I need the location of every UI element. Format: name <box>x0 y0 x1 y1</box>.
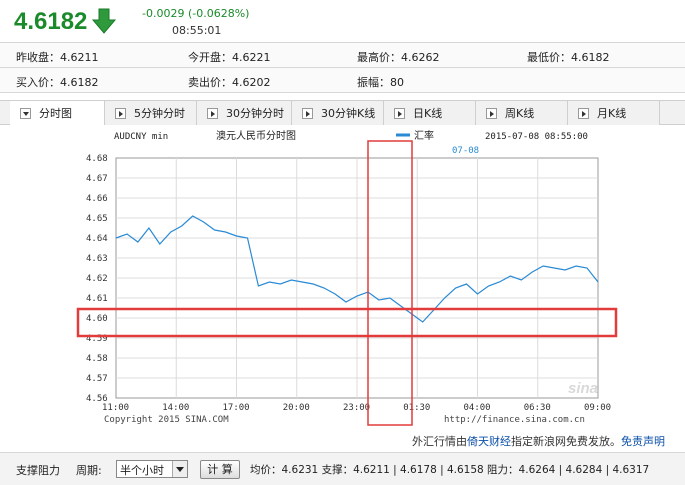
legend-label: 汇率 <box>414 129 434 142</box>
promo-middle: 指定新浪网免费发放。 <box>511 435 621 448</box>
highlight-box-vertical <box>367 140 413 426</box>
x-tick-label: 20:00 <box>283 403 310 413</box>
amplitude: 振幅：80 <box>357 76 404 89</box>
x-tick-label: 06:30 <box>524 403 551 413</box>
chevron-down-icon <box>20 107 31 119</box>
x-axis-ticks: 11:00 14:00 17:00 20:00 23:00 01:30 04:00 06:30… <box>102 403 611 413</box>
tab-daily-kline[interactable]: 日K线 <box>384 101 476 125</box>
watermark: sina <box>568 380 598 397</box>
y-tick-label: 4.61 <box>86 294 108 304</box>
tab-label: 分时图 <box>39 107 72 120</box>
tab-label: 周K线 <box>505 107 535 120</box>
prev-close: 昨收盘：4.6211 <box>16 51 99 64</box>
y-axis-ticks: 4.684.674.664.654.644.634.624.614.604.59… <box>86 154 108 404</box>
tab-monthly-kline[interactable]: 月K线 <box>568 101 660 125</box>
current-price: 4.6182 <box>14 8 88 35</box>
brand-link[interactable]: 倚天财经 <box>467 435 511 448</box>
x-tick-label: 17:00 <box>223 403 250 413</box>
chevron-right-icon <box>207 107 218 119</box>
ask-price: 卖出价：4.6202 <box>188 76 271 89</box>
y-tick-label: 4.63 <box>86 254 108 264</box>
tab-30min-kline[interactable]: 30分钟K线 <box>292 101 384 125</box>
quote-header: 4.6182 -0.0029 (-0.0628%) 08:55:01 <box>0 0 685 42</box>
y-tick-label: 4.58 <box>86 354 108 364</box>
stats-row-1: 昨收盘：4.6211 今开盘：4.6221 最高价：4.6262 最低价：4.6… <box>0 43 685 68</box>
disclaimer-link[interactable]: 免责声明 <box>621 435 665 448</box>
tab-30min[interactable]: 30分钟分时 <box>197 101 292 125</box>
stats-table: 昨收盘：4.6211 今开盘：4.6221 最高价：4.6262 最低价：4.6… <box>0 42 685 93</box>
tab-label: 日K线 <box>413 107 443 120</box>
intraday-chart: AUDCNY min 澳元人民币分时图 汇率 2015-07-08 08:55:… <box>76 129 618 426</box>
period-label: 周期: <box>76 464 102 477</box>
period-value: 半个小时 <box>120 464 164 477</box>
quote-time: 08:55:01 <box>172 24 222 37</box>
price-change: -0.0029 (-0.0628%) <box>142 7 250 20</box>
y-tick-label: 4.68 <box>86 154 108 164</box>
tab-label: 30分钟分时 <box>226 107 284 120</box>
y-tick-label: 4.65 <box>86 214 108 224</box>
tab-intraday[interactable]: 分时图 <box>10 101 105 125</box>
promo-prefix: 外汇行情由 <box>412 435 467 448</box>
y-tick-label: 4.64 <box>86 234 108 244</box>
stats-row-2: 买入价：4.6182 卖出价：4.6202 振幅：80 <box>0 68 685 93</box>
chart-datetime: 2015-07-08 08:55:00 <box>485 132 588 142</box>
y-tick-label: 4.67 <box>86 174 108 184</box>
y-tick-label: 4.60 <box>86 314 108 324</box>
chart-tabs: 分时图 5分钟分时 30分钟分时 30分钟K线 日K线 周K线 月K线 <box>0 100 685 125</box>
highlight-box-horizontal <box>76 307 618 338</box>
x-tick-label: 04:00 <box>464 403 491 413</box>
calculate-button[interactable]: 计 算 <box>200 460 240 479</box>
chevron-right-icon <box>578 107 589 119</box>
low-price: 最低价：4.6182 <box>527 51 610 64</box>
chevron-right-icon <box>394 107 405 119</box>
high-price: 最高价：4.6262 <box>357 51 440 64</box>
plot-grid <box>115 157 599 399</box>
x-tick-label: 14:00 <box>162 403 189 413</box>
x-tick-label: 09:00 <box>584 403 611 413</box>
chart-title: 澳元人民币分时图 <box>216 129 296 142</box>
x-tick-label: 01:30 <box>403 403 430 413</box>
source-url: http://finance.sina.com.cn <box>444 415 585 425</box>
tab-weekly-kline[interactable]: 周K线 <box>476 101 568 125</box>
tab-label: 30分钟K线 <box>321 107 376 120</box>
y-tick-label: 4.62 <box>86 274 108 284</box>
bid-price: 买入价：4.6182 <box>16 76 99 89</box>
sr-summary: 均价：4.6231 支撑：4.6211 | 4.6178 | 4.6158 阻力… <box>250 464 650 476</box>
x-tick-label: 23:00 <box>343 403 370 413</box>
tab-label: 月K线 <box>597 107 627 120</box>
date-marker: 07-08 <box>452 146 479 156</box>
support-resistance-bar: 支撑阻力 周期: 半个小时 计 算 均价：4.6231 支撑：4.6211 | … <box>0 452 685 485</box>
promo-line: 外汇行情由倚天财经指定新浪网免费发放。免责声明 <box>412 433 665 449</box>
y-tick-label: 4.66 <box>86 194 108 204</box>
down-arrow-icon <box>92 8 116 34</box>
chart-symbol: AUDCNY min <box>114 132 168 142</box>
sr-label: 支撑阻力 <box>16 464 60 477</box>
period-select[interactable]: 半个小时 <box>116 460 188 478</box>
y-tick-label: 4.57 <box>86 374 108 384</box>
copyright: Copyright 2015 SINA.COM <box>104 415 229 425</box>
open-price: 今开盘：4.6221 <box>188 51 271 64</box>
dropdown-arrow-icon <box>172 461 187 477</box>
tab-label: 5分钟分时 <box>134 107 185 120</box>
tab-5min[interactable]: 5分钟分时 <box>105 101 197 125</box>
chevron-right-icon <box>486 107 497 119</box>
chevron-right-icon <box>115 107 126 119</box>
chevron-right-icon <box>302 107 313 119</box>
x-tick-label: 11:00 <box>102 403 129 413</box>
